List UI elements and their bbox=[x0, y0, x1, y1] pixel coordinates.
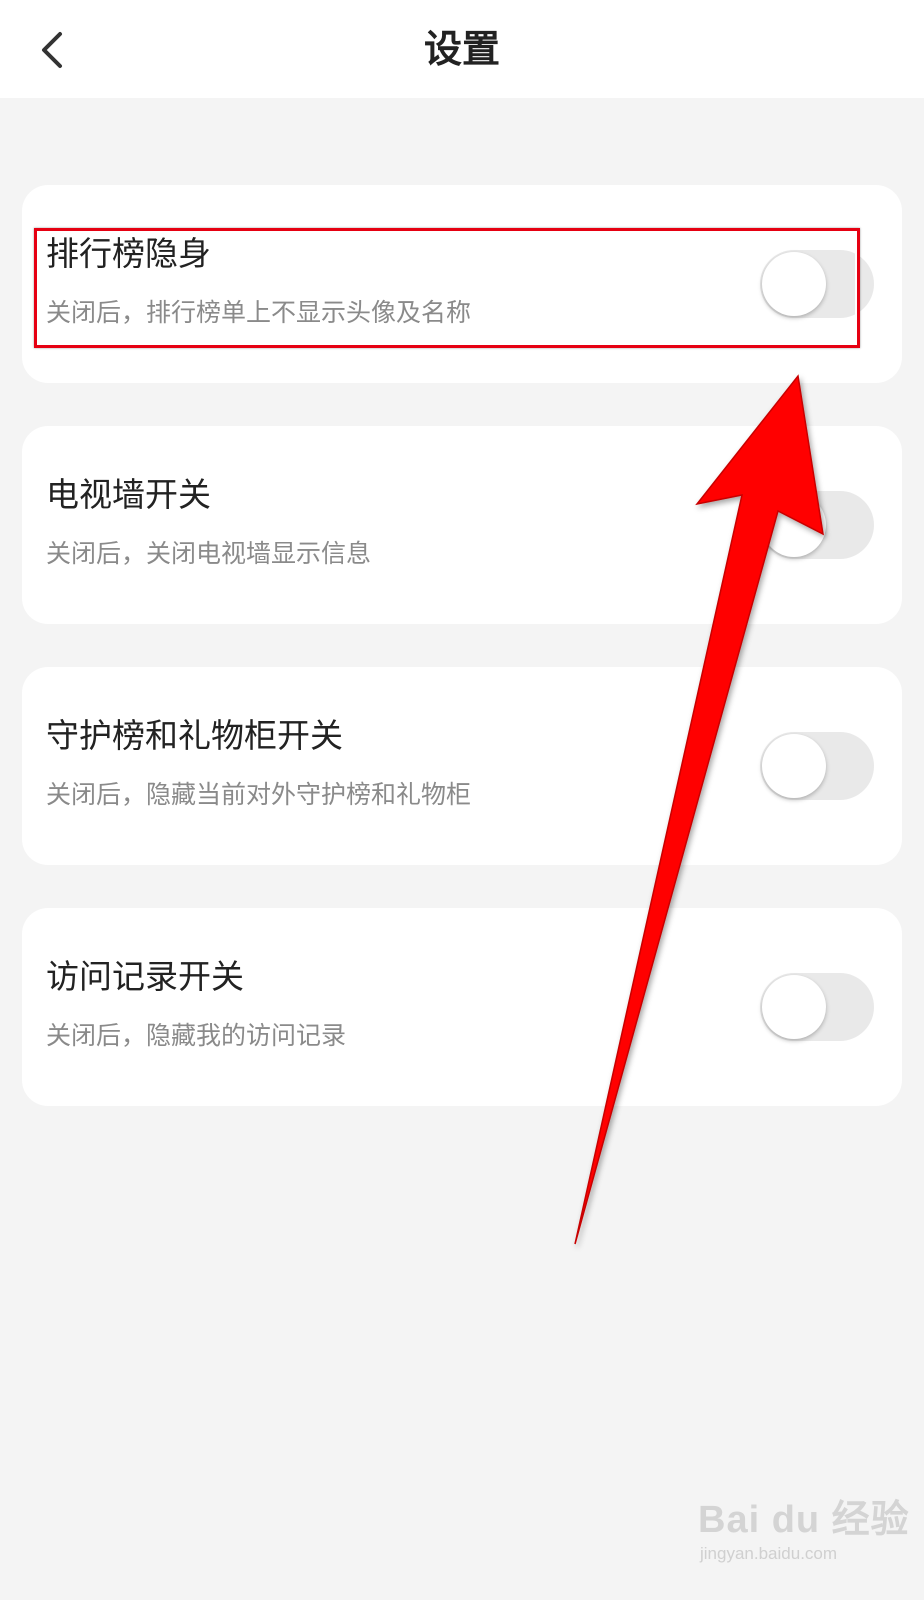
watermark-url: jingyan.baidu.com bbox=[700, 1544, 838, 1563]
watermark-brand: Bai du 经验 bbox=[698, 1499, 910, 1541]
setting-description: 关闭后，关闭电视墙显示信息 bbox=[46, 539, 372, 568]
setting-description: 关闭后，隐藏我的访问记录 bbox=[46, 1021, 347, 1050]
setting-description: 关闭后，排行榜单上不显示头像及名称 bbox=[46, 298, 472, 327]
setting-title: 电视墙开关 bbox=[46, 475, 211, 514]
page-title: 设置 bbox=[423, 27, 500, 71]
setting-title: 排行榜隐身 bbox=[46, 234, 211, 273]
guardian-gift-cabinet-toggle[interactable] bbox=[760, 732, 874, 800]
setting-title: 守护榜和礼物柜开关 bbox=[46, 716, 343, 755]
toggle-knob bbox=[762, 252, 826, 316]
toggle-knob bbox=[762, 493, 826, 557]
visit-record-toggle[interactable] bbox=[760, 973, 874, 1041]
watermark-logo: Bai du 经验 jingyan.baidu.com bbox=[698, 1488, 909, 1578]
toggle-knob bbox=[762, 975, 826, 1039]
leaderboard-invisible-toggle[interactable] bbox=[760, 250, 874, 318]
setting-card-leaderboard-invisible: 排行榜隐身 关闭后，排行榜单上不显示头像及名称 bbox=[22, 185, 902, 383]
setting-card-tv-wall: 电视墙开关 关闭后，关闭电视墙显示信息 bbox=[22, 426, 902, 624]
setting-description: 关闭后，隐藏当前对外守护榜和礼物柜 bbox=[46, 780, 472, 809]
toggle-knob bbox=[762, 734, 826, 798]
setting-title: 访问记录开关 bbox=[46, 957, 244, 996]
tv-wall-toggle[interactable] bbox=[760, 491, 874, 559]
setting-card-visit-record: 访问记录开关 关闭后，隐藏我的访问记录 bbox=[22, 908, 902, 1106]
top-bar: 设置 bbox=[0, 0, 924, 98]
setting-card-guardian-gift-cabinet: 守护榜和礼物柜开关 关闭后，隐藏当前对外守护榜和礼物柜 bbox=[22, 667, 902, 865]
